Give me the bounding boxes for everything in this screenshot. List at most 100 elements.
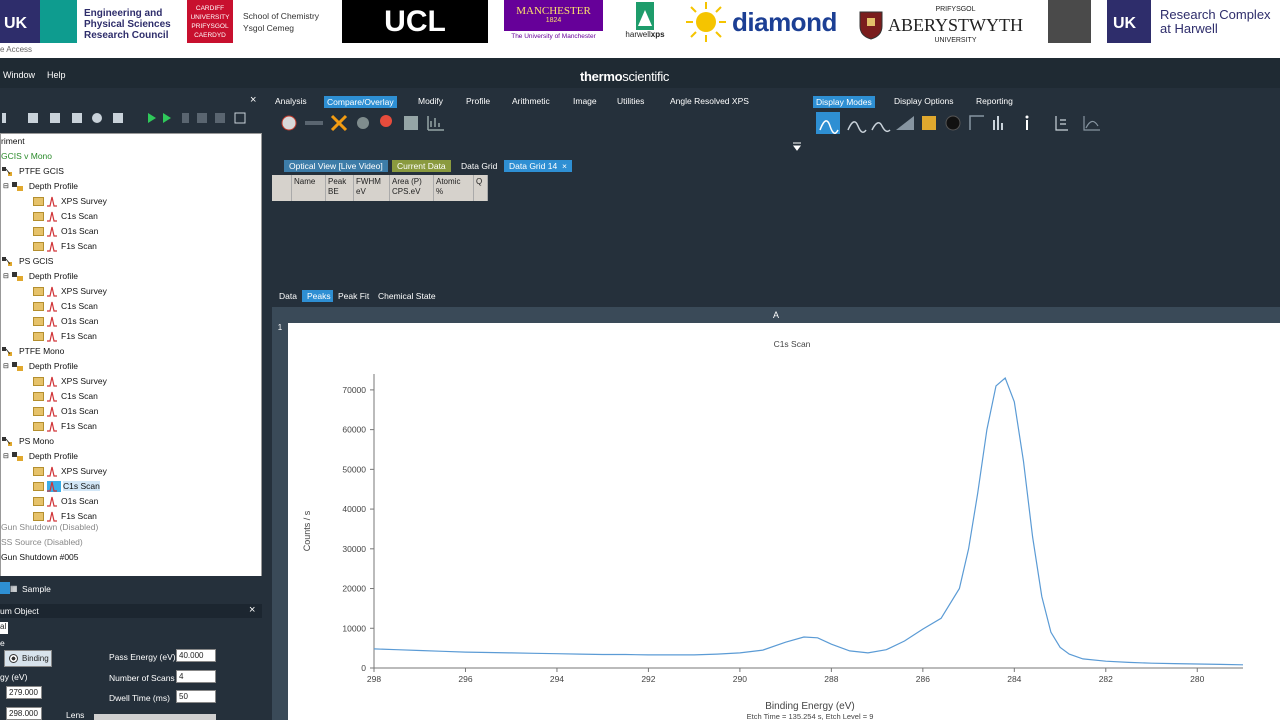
tab-data-grid[interactable]: Data Grid (456, 160, 503, 172)
ribbon-display-modes[interactable]: Display Modes (813, 96, 875, 108)
overlay-mode-icon[interactable] (847, 121, 867, 133)
tree-scan[interactable]: F1s Scan (33, 419, 97, 433)
bar-chart-icon[interactable] (427, 116, 444, 131)
tree-group[interactable]: PTFE Mono (1, 344, 64, 358)
ribbon-utilities[interactable]: Utilities (617, 96, 644, 106)
energy-start-input[interactable]: 279.000 (6, 686, 42, 699)
tree-scan[interactable]: C1s Scan (33, 389, 98, 403)
tree-depth-profile[interactable]: ⊟ Depth Profile (3, 449, 78, 463)
layers-icon[interactable] (404, 116, 418, 130)
tree-scan[interactable]: O1s Scan (33, 404, 98, 418)
window-icon[interactable] (234, 112, 246, 124)
dwell-input[interactable]: 50 (176, 690, 216, 703)
tab-optical-view[interactable]: Optical View [Live Video] (284, 160, 388, 172)
area-mode-icon[interactable] (896, 116, 914, 130)
tree-scan[interactable]: C1s Scan (33, 209, 98, 223)
tree-scan[interactable]: O1s Scan (33, 224, 98, 238)
tree-group[interactable]: PTFE GCIS (1, 164, 64, 178)
sample-tab[interactable]: Sample (22, 584, 51, 594)
tree-root[interactable]: GCIS v Mono (1, 149, 52, 163)
grid-column-header[interactable]: Atomic% (434, 175, 474, 201)
tree-extra1[interactable]: Gun Shutdown (Disabled) (1, 520, 98, 534)
table-icon[interactable] (72, 113, 82, 123)
ribbon-display-options[interactable]: Display Options (894, 96, 954, 106)
close-panel-icon[interactable]: × (250, 94, 256, 106)
pen-icon[interactable] (28, 113, 38, 123)
tree-scan[interactable]: C1s Scan (33, 299, 98, 313)
tree-scan[interactable]: XPS Survey (33, 374, 107, 388)
pass-energy-input[interactable]: 40.000 (176, 649, 216, 662)
image-mode-icon[interactable] (922, 116, 936, 130)
grid-column-header[interactable]: Peak BE (326, 175, 354, 201)
bars-mode-icon[interactable] (993, 116, 1003, 130)
tab-data[interactable]: Data (274, 290, 302, 302)
tab-current-data[interactable]: Current Data (392, 160, 451, 172)
tree-scan[interactable]: XPS Survey (33, 464, 107, 478)
blob-icon[interactable] (357, 117, 369, 129)
instrument-icon[interactable] (113, 113, 123, 123)
close-panel-button[interactable]: × (249, 604, 255, 616)
lens-dropdown[interactable] (94, 714, 216, 720)
tree-scan[interactable]: F1s Scan (33, 239, 97, 253)
grid-column-header[interactable]: Name (292, 175, 326, 201)
menu-window[interactable]: Window (3, 70, 35, 80)
tree-experiment[interactable]: riment (1, 134, 25, 148)
tab-peaks[interactable]: Peaks (302, 290, 336, 302)
chart-icon[interactable] (50, 113, 60, 123)
tree-scan[interactable]: O1s Scan (33, 494, 98, 508)
palette-icon[interactable] (380, 115, 392, 127)
axis-mode-icon[interactable] (969, 115, 984, 130)
pin-icon[interactable] (792, 141, 802, 151)
ribbon-reporting[interactable]: Reporting (976, 96, 1013, 106)
tree-scan[interactable]: XPS Survey (33, 284, 107, 298)
scans-input[interactable]: 4 (176, 670, 216, 683)
stack-icon[interactable] (305, 121, 323, 125)
collapse-icon[interactable]: ⊟ (3, 452, 9, 460)
ribbon-analysis[interactable]: Analysis (275, 96, 307, 106)
stop-icon[interactable] (197, 113, 207, 123)
grid-column-header[interactable]: Q (474, 175, 488, 201)
play-icon[interactable] (148, 113, 156, 123)
menu-help[interactable]: Help (47, 70, 66, 80)
collapse-icon[interactable]: ⊟ (3, 182, 9, 190)
tree-extra2[interactable]: SS Source (Disabled) (1, 535, 83, 549)
grip-icon[interactable] (2, 113, 6, 123)
ribbon-arithmetic[interactable]: Arithmetic (512, 96, 550, 106)
panel-tab[interactable]: al (0, 622, 8, 634)
ribbon-arxps[interactable]: Angle Resolved XPS (670, 96, 749, 106)
tree-depth-profile[interactable]: ⊟ Depth Profile (3, 269, 78, 283)
tree-scan[interactable]: XPS Survey (33, 194, 107, 208)
pause-icon[interactable] (182, 113, 189, 123)
tree-depth-profile[interactable]: ⊟ Depth Profile (3, 359, 78, 373)
tab-data-grid-14[interactable]: Data Grid 14 × (504, 160, 572, 172)
tree-scan[interactable]: C1s Scan (33, 479, 100, 493)
tree-depth-profile[interactable]: ⊟ Depth Profile (3, 179, 78, 193)
collapse-icon[interactable]: ⊟ (3, 362, 9, 370)
cross-icon[interactable] (330, 114, 348, 132)
tree-extra3[interactable]: Gun Shutdown #005 (1, 550, 79, 564)
tree-group[interactable]: PS Mono (1, 434, 54, 448)
collapse-icon[interactable]: ⊟ (3, 272, 9, 280)
ribbon-compare[interactable]: Compare/Overlay (324, 96, 397, 108)
legend-icon[interactable] (1055, 116, 1068, 131)
play-all-icon[interactable] (163, 113, 171, 123)
tree-scan[interactable]: F1s Scan (33, 329, 97, 343)
tree-group[interactable]: PS GCIS (1, 254, 53, 268)
stacked-mode-icon[interactable] (871, 122, 891, 133)
tab-chemical-state[interactable]: Chemical State (373, 290, 441, 302)
circle-mode-icon[interactable] (945, 115, 961, 131)
c1s-chart[interactable]: C1s Scan Binding Energy (eV) Etch Time =… (288, 323, 1280, 720)
tree-scan[interactable]: O1s Scan (33, 314, 98, 328)
binding-radio[interactable]: Binding (4, 650, 52, 667)
ribbon-profile[interactable]: Profile (466, 96, 490, 106)
grid-column-header[interactable]: Area (P) CPS.eV (390, 175, 434, 201)
fit-mode-icon[interactable] (1083, 116, 1100, 131)
tab-peak-fit[interactable]: Peak Fit (333, 290, 375, 302)
close-tab-icon[interactable]: × (562, 161, 567, 171)
stop-all-icon[interactable] (215, 113, 225, 123)
gear-icon[interactable] (92, 113, 102, 123)
grid-column-header[interactable]: FWHM eV (354, 175, 390, 201)
overlay-icon[interactable] (281, 115, 297, 131)
energy-end-input[interactable]: 298.000 (6, 707, 42, 720)
ribbon-image[interactable]: Image (573, 96, 597, 106)
